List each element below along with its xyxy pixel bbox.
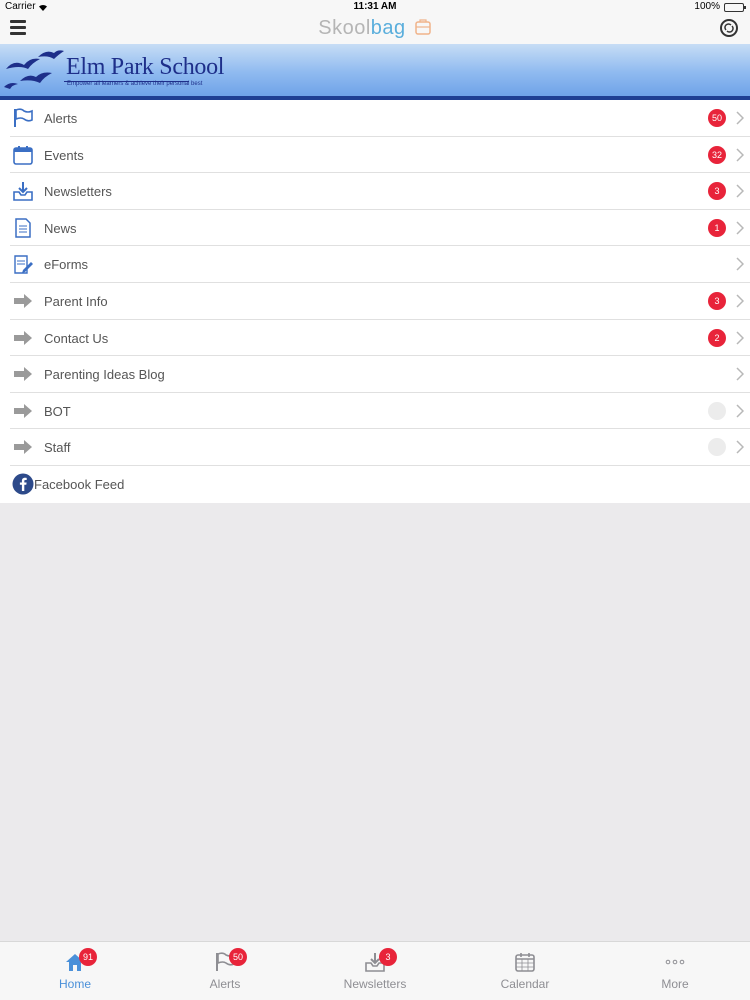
- menu-item-label: BOT: [44, 403, 71, 419]
- tab-label: Alerts: [209, 977, 241, 991]
- tab-calendar[interactable]: Calendar: [450, 942, 600, 1000]
- count-badge: 50: [708, 109, 726, 127]
- chevron-right-icon: [736, 111, 744, 125]
- document-icon: [12, 217, 34, 239]
- menu-item-label: eForms: [44, 257, 89, 273]
- more-dots-icon: [665, 959, 685, 965]
- arrow-right-icon: [12, 400, 34, 422]
- school-name: Elm Park School: [66, 54, 225, 80]
- menu-item-label: Facebook Feed: [34, 476, 125, 492]
- main-menu-list: Alerts 50 Events 32 Newsletters 3 News 1…: [0, 100, 750, 503]
- status-time: 11:31 AM: [353, 1, 397, 12]
- menu-item-contact-us[interactable]: Contact Us 2: [10, 320, 750, 357]
- arrow-right-icon: [12, 363, 34, 385]
- bag-icon: [414, 19, 431, 35]
- tab-label: More: [661, 977, 689, 991]
- bottom-tab-bar: 91 Home 50 Alerts 3 Newsletters Calendar…: [0, 941, 750, 1000]
- menu-item-newsletters[interactable]: Newsletters 3: [10, 173, 750, 210]
- app-title-part2: bag: [370, 17, 406, 39]
- count-badge: 3: [708, 182, 726, 201]
- menu-item-staff[interactable]: Staff: [10, 429, 750, 466]
- app-title: Skoolbag: [0, 17, 750, 40]
- menu-item-events[interactable]: Events 32: [10, 137, 750, 174]
- arrow-right-icon: [12, 436, 34, 458]
- menu-item-facebook-feed[interactable]: Facebook Feed: [0, 466, 750, 503]
- chevron-right-icon: [736, 294, 744, 308]
- arrow-right-icon: [12, 327, 34, 349]
- battery-percent: 100%: [694, 1, 720, 12]
- tab-more[interactable]: More: [600, 942, 750, 1000]
- school-tagline: Empower all learners & achieve their per…: [67, 81, 203, 87]
- nav-bar: Skoolbag: [0, 14, 750, 44]
- count-badge: 3: [708, 291, 726, 310]
- sync-button[interactable]: [720, 19, 738, 37]
- chevron-right-icon: [736, 404, 744, 418]
- menu-item-label: Alerts: [44, 111, 78, 126]
- chevron-right-icon: [736, 184, 744, 198]
- chevron-right-icon: [736, 257, 744, 271]
- menu-item-label: Events: [44, 147, 84, 163]
- facebook-icon: [12, 473, 34, 495]
- app-title-part1: Skool: [318, 17, 371, 39]
- flag-icon: [12, 107, 34, 129]
- tab-home[interactable]: 91 Home: [0, 942, 150, 1000]
- inbox-download-icon: [12, 180, 34, 202]
- menu-item-label: Contact Us: [44, 330, 109, 346]
- tab-label: Calendar: [500, 977, 550, 991]
- tab-label: Newsletters: [343, 977, 407, 991]
- menu-item-parent-info[interactable]: Parent Info 3: [10, 283, 750, 320]
- menu-item-label: Parent Info: [44, 293, 108, 309]
- tab-count-badge: 91: [79, 948, 97, 966]
- tab-alerts[interactable]: 50 Alerts: [150, 942, 300, 1000]
- status-bar: Carrier 11:31 AM 100%: [0, 0, 750, 14]
- menu-item-alerts[interactable]: Alerts 50: [10, 100, 750, 137]
- menu-item-eforms[interactable]: eForms: [10, 246, 750, 283]
- menu-item-label: Staff: [44, 440, 71, 456]
- count-badge: 32: [708, 145, 726, 164]
- empty-count-badge: [708, 401, 726, 420]
- chevron-right-icon: [736, 221, 744, 235]
- tab-count-badge: 3: [379, 948, 397, 966]
- sync-icon: [724, 23, 734, 33]
- count-badge: 2: [708, 328, 726, 347]
- chevron-right-icon: [736, 331, 744, 345]
- count-badge: 1: [708, 218, 726, 237]
- empty-count-badge: [708, 438, 726, 457]
- tab-count-badge: 50: [229, 948, 247, 966]
- battery-icon: [724, 3, 746, 12]
- tab-newsletters[interactable]: 3 Newsletters: [300, 942, 450, 1000]
- chevron-right-icon: [736, 367, 744, 381]
- school-banner: Elm Park School Empower all learners & a…: [0, 44, 750, 100]
- menu-item-parenting-ideas-blog[interactable]: Parenting Ideas Blog: [10, 356, 750, 393]
- tab-label: Home: [58, 977, 91, 991]
- arrow-right-icon: [12, 290, 34, 312]
- school-logo-birds-icon: [4, 50, 64, 89]
- form-pencil-icon: [12, 253, 34, 275]
- calendar-icon: [12, 144, 34, 166]
- menu-item-news[interactable]: News 1: [10, 210, 750, 247]
- calendar-icon: [515, 953, 535, 972]
- chevron-right-icon: [736, 440, 744, 454]
- menu-item-label: News: [44, 220, 77, 236]
- menu-item-bot[interactable]: BOT: [10, 393, 750, 430]
- menu-item-label: Parenting Ideas Blog: [44, 367, 165, 383]
- chevron-right-icon: [736, 148, 744, 162]
- menu-item-label: Newsletters: [44, 184, 112, 200]
